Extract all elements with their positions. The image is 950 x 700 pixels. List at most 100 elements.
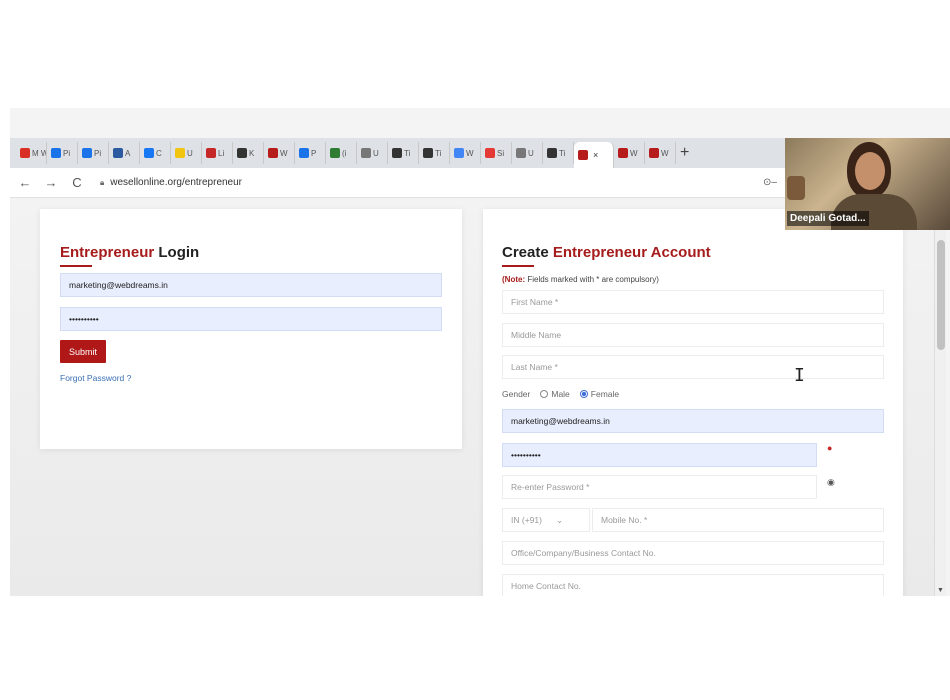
title-underline (60, 265, 92, 267)
tab[interactable]: P (295, 142, 326, 164)
lock-icon: 🔒︎ (100, 177, 105, 187)
eye-icon[interactable]: ◉ (827, 477, 835, 488)
tab[interactable]: Pi (78, 142, 109, 164)
globe-icon (392, 148, 402, 158)
female-label[interactable]: Female (591, 389, 619, 399)
male-radio[interactable] (540, 390, 549, 398)
office-contact-input[interactable]: Office/Company/Business Contact No. (502, 541, 884, 565)
meet-icon (51, 148, 61, 158)
first-name-input[interactable]: First Name * (502, 290, 884, 314)
tab[interactable]: Ti (543, 142, 574, 164)
wesell-icon (578, 150, 588, 160)
home-contact-input[interactable]: Home Contact No. (502, 574, 884, 596)
tab-label: W (466, 148, 474, 158)
mobile-input[interactable]: Mobile No. * (592, 508, 884, 532)
tab[interactable]: (i (326, 142, 357, 164)
register-card: Create Entrepreneur Account (Note: Field… (483, 209, 903, 596)
new-tab-button[interactable]: + (680, 144, 689, 162)
tab-active[interactable]: × (574, 142, 614, 168)
url-text: wesellonline.org/entrepreneur (110, 177, 243, 188)
star-icon (175, 148, 185, 158)
tab[interactable]: U (357, 142, 388, 164)
tab-label: W (630, 148, 638, 158)
last-name-input[interactable]: Last Name * (502, 355, 884, 379)
title-underline (502, 265, 534, 267)
back-icon[interactable]: ← (14, 175, 36, 190)
login-title: Entrepreneur Login (60, 244, 199, 261)
video-tile: Deepali Gotad... (785, 138, 950, 230)
tab-label: U (187, 148, 193, 158)
flag-icon (206, 148, 216, 158)
forward-icon[interactable]: → (40, 175, 62, 190)
country-code-select[interactable]: IN (+91) ⌄ (502, 508, 590, 532)
tab-label: Li (218, 148, 225, 158)
page-content: Entrepreneur Login marketing@webdreams.i… (10, 199, 941, 596)
middle-name-input[interactable]: Middle Name (502, 323, 884, 347)
wesell-icon (649, 148, 659, 158)
eye-icon (516, 148, 526, 158)
eye-icon (361, 148, 371, 158)
tab[interactable]: C (140, 142, 171, 164)
scroll-down-icon[interactable]: ▼ (937, 587, 944, 594)
meet-icon (82, 148, 92, 158)
tab[interactable]: Pi (47, 142, 78, 164)
wesell-icon (268, 148, 278, 158)
submit-button[interactable]: Submit (60, 340, 106, 363)
tab-label: A (125, 148, 131, 158)
globe-icon (237, 148, 247, 158)
tab[interactable]: W (614, 142, 645, 164)
scrollbar[interactable]: ▼ (934, 230, 946, 596)
gmail-icon (20, 148, 30, 158)
tab-label: Pi (94, 148, 102, 158)
reenter-password-input[interactable]: Re-enter Password * (502, 475, 817, 499)
scrollbar-thumb[interactable] (937, 240, 945, 350)
globe-icon (423, 148, 433, 158)
text-cursor-icon: I (794, 365, 805, 386)
login-password-input[interactable]: •••••••••• (60, 307, 442, 331)
register-title-dark: Create (502, 244, 553, 261)
login-title-dark: Login (154, 244, 200, 261)
chevron-down-icon: ⌄ (555, 514, 564, 525)
tab[interactable]: A (109, 142, 140, 164)
wesell-icon (618, 148, 628, 158)
globe-icon (547, 148, 557, 158)
tab[interactable]: W (645, 142, 676, 164)
tab[interactable]: U (512, 142, 543, 164)
tab[interactable]: U (171, 142, 202, 164)
tab[interactable]: Ti (419, 142, 450, 164)
face-shape (855, 152, 885, 190)
tab[interactable]: Ti (388, 142, 419, 164)
meet-icon (299, 148, 309, 158)
note-text: Fields marked with * are compulsory) (525, 275, 659, 284)
register-title: Create Entrepreneur Account (502, 244, 711, 261)
tab[interactable]: Li (202, 142, 233, 164)
login-title-red: Entrepreneur (60, 244, 155, 261)
facebook-icon (144, 148, 154, 158)
tab[interactable]: M W (16, 142, 47, 164)
female-radio[interactable] (579, 390, 588, 398)
key-icon[interactable]: ⊙– (763, 177, 777, 188)
tab-label: U (373, 148, 379, 158)
compulsory-note: (Note: Fields marked with * are compulso… (502, 275, 659, 284)
reload-icon[interactable]: C (66, 175, 88, 190)
tab-label: U (528, 148, 534, 158)
tab[interactable]: W (264, 142, 295, 164)
register-email-input[interactable]: marketing@webdreams.in (502, 409, 884, 433)
male-label[interactable]: Male (551, 389, 569, 399)
register-password-input[interactable]: •••••••••• (502, 443, 817, 467)
tab-label: Si (497, 148, 505, 158)
tab[interactable]: K (233, 142, 264, 164)
login-email-input[interactable]: marketing@webdreams.in (60, 273, 442, 297)
forgot-password-link[interactable]: Forgot Password ? (60, 373, 131, 383)
green-icon (330, 148, 340, 158)
login-card: Entrepreneur Login marketing@webdreams.i… (40, 209, 462, 449)
close-icon[interactable]: × (593, 150, 598, 160)
tab[interactable]: Si (481, 142, 512, 164)
url-field[interactable]: 🔒︎ wesellonline.org/entrepreneur (100, 177, 242, 188)
tab-label: C (156, 148, 162, 158)
register-title-red: Entrepreneur Account (552, 244, 711, 261)
youtube-icon (485, 148, 495, 158)
note-prefix: (Note: (502, 275, 526, 284)
tab-label: W (280, 148, 288, 158)
tab[interactable]: W (450, 142, 481, 164)
